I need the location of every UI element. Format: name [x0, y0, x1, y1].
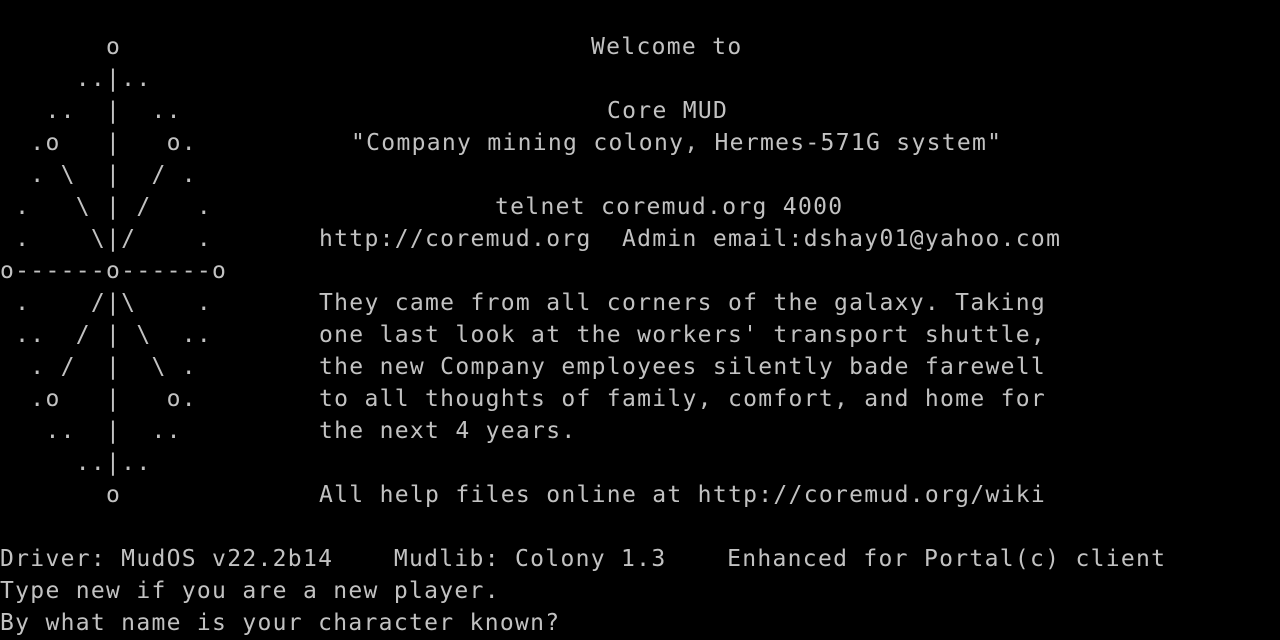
ascii-art-line: ..|.. [0, 66, 152, 92]
ascii-art-line: .o | o. [0, 130, 197, 156]
ascii-art-line: . \|/ . [0, 226, 213, 252]
ascii-art-line: . \ | / . [0, 194, 213, 220]
ascii-art-line: o [0, 482, 122, 508]
driver-info-line: Driver: MudOS v22.2b14 Mudlib: Colony 1.… [0, 546, 1167, 572]
login-name-prompt[interactable]: By what name is your character known? [0, 607, 560, 639]
story-line: the next 4 years. [319, 418, 577, 444]
welcome-text: Welcome to [591, 34, 743, 60]
terminal-window[interactable]: o ..|.. .. | .. .o | o. . \ | / . . \ | … [0, 0, 1280, 640]
ascii-art-line: o [0, 34, 122, 60]
mud-tagline: "Company mining colony, Hermes-571G syst… [351, 130, 1003, 156]
ascii-art-line: o------o------o [0, 258, 228, 284]
story-line: the new Company employees silently bade … [319, 354, 1047, 380]
telnet-address: telnet coremud.org 4000 [495, 194, 844, 220]
ascii-art-line: . \ | / . [0, 162, 197, 188]
contact-line: http://coremud.org Admin email:dshay01@y… [319, 226, 1062, 252]
help-files-line: All help files online at http://coremud.… [319, 482, 1047, 508]
ascii-art-line: .. | .. [0, 418, 182, 444]
mud-title: Core MUD [607, 98, 729, 124]
ascii-art-line: .. | .. [0, 98, 182, 124]
ascii-art-line: .o | o. [0, 386, 197, 412]
story-line: one last look at the workers' transport … [319, 322, 1047, 348]
story-line: to all thoughts of family, comfort, and … [319, 386, 1047, 412]
ascii-art-line: .. / | \ .. [0, 322, 213, 348]
ascii-art-line: ..|.. [0, 450, 152, 476]
story-line: They came from all corners of the galaxy… [319, 290, 1047, 316]
ascii-art-line: . /|\ . [0, 290, 213, 316]
ascii-art-line: . / | \ . [0, 354, 197, 380]
new-player-hint: Type new if you are a new player. [0, 578, 500, 604]
